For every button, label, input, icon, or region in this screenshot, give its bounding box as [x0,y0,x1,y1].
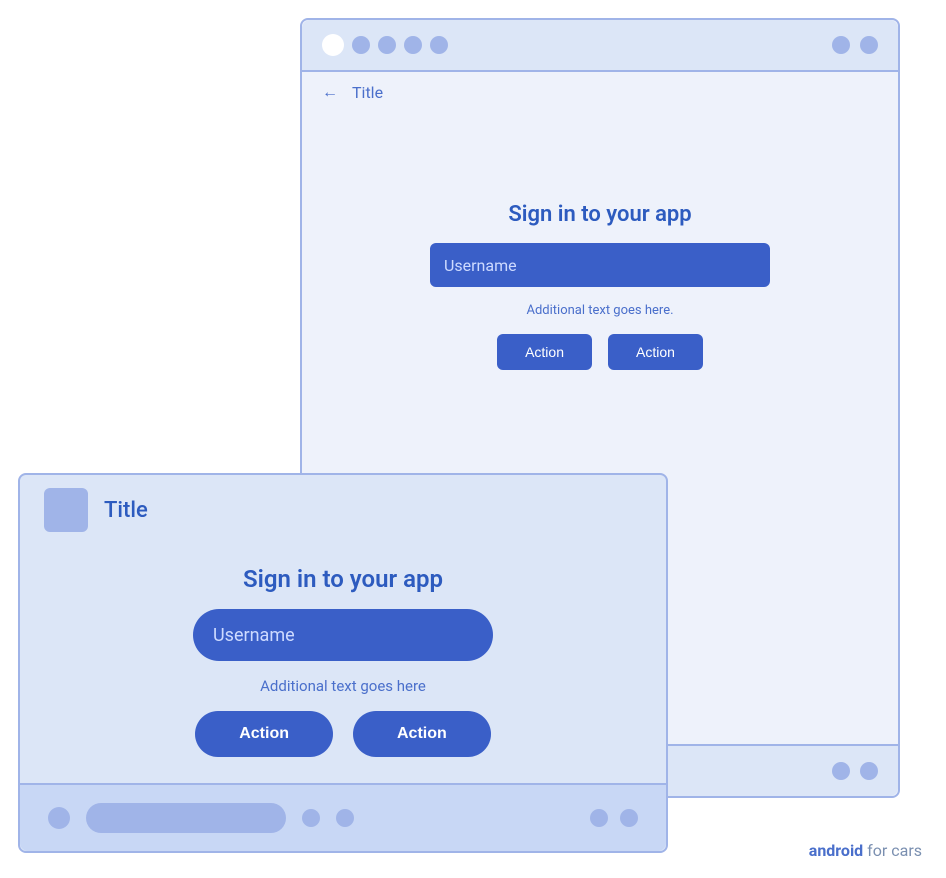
phone-username-field[interactable]: Username [430,243,770,287]
car-content: Sign in to your app Username Additional … [20,545,666,783]
back-arrow-icon[interactable]: ← [322,82,338,102]
car-bottom-right [590,809,638,827]
phone-status-bar [302,20,898,72]
car-bottom-dot-mid2 [336,809,354,827]
status-dot-4 [404,36,422,54]
brand-bold: android [809,841,863,860]
car-bottom-left [48,803,354,833]
phone-bottom-dot-1 [832,762,850,780]
car-bottom-dot-r1 [590,809,608,827]
car-additional-text: Additional text goes here [260,677,426,695]
car-title: Title [104,498,148,523]
status-dot-1 [322,34,344,56]
phone-action-button-1[interactable]: Action [497,334,592,370]
car-header: Title [20,475,666,545]
car-logo-icon [44,488,88,532]
phone-nav-title: Title [352,83,383,102]
phone-action-buttons-row: Action Action [497,334,703,370]
brand-label: android for cars [809,841,922,860]
car-action-buttons-row: Action Action [195,711,491,757]
status-dot-5 [430,36,448,54]
phone-username-placeholder: Username [444,256,517,275]
brand-suffix: for cars [863,841,922,860]
status-dot-r2 [860,36,878,54]
phone-additional-text: Additional text goes here. [526,303,673,318]
car-action-button-2[interactable]: Action [353,711,491,757]
car-bottom-dot-left [48,807,70,829]
car-username-field[interactable]: Username [193,609,493,661]
car-bottom-dot-mid1 [302,809,320,827]
phone-nav-bar: ← Title [302,72,898,112]
phone-bottom-dot-2 [860,762,878,780]
status-dot-2 [352,36,370,54]
car-bottom-dot-r2 [620,809,638,827]
car-mockup: Title Sign in to your app Username Addit… [18,473,668,853]
car-action-button-1[interactable]: Action [195,711,333,757]
status-dots-left [322,34,448,56]
status-dots-right [832,36,878,54]
car-bottom-bar [20,783,666,851]
status-dot-3 [378,36,396,54]
car-sign-in-title: Sign in to your app [243,565,443,593]
status-dot-r1 [832,36,850,54]
phone-sign-in-title: Sign in to your app [508,202,691,227]
car-pill-bar [86,803,286,833]
car-username-placeholder: Username [213,625,295,646]
phone-action-button-2[interactable]: Action [608,334,703,370]
